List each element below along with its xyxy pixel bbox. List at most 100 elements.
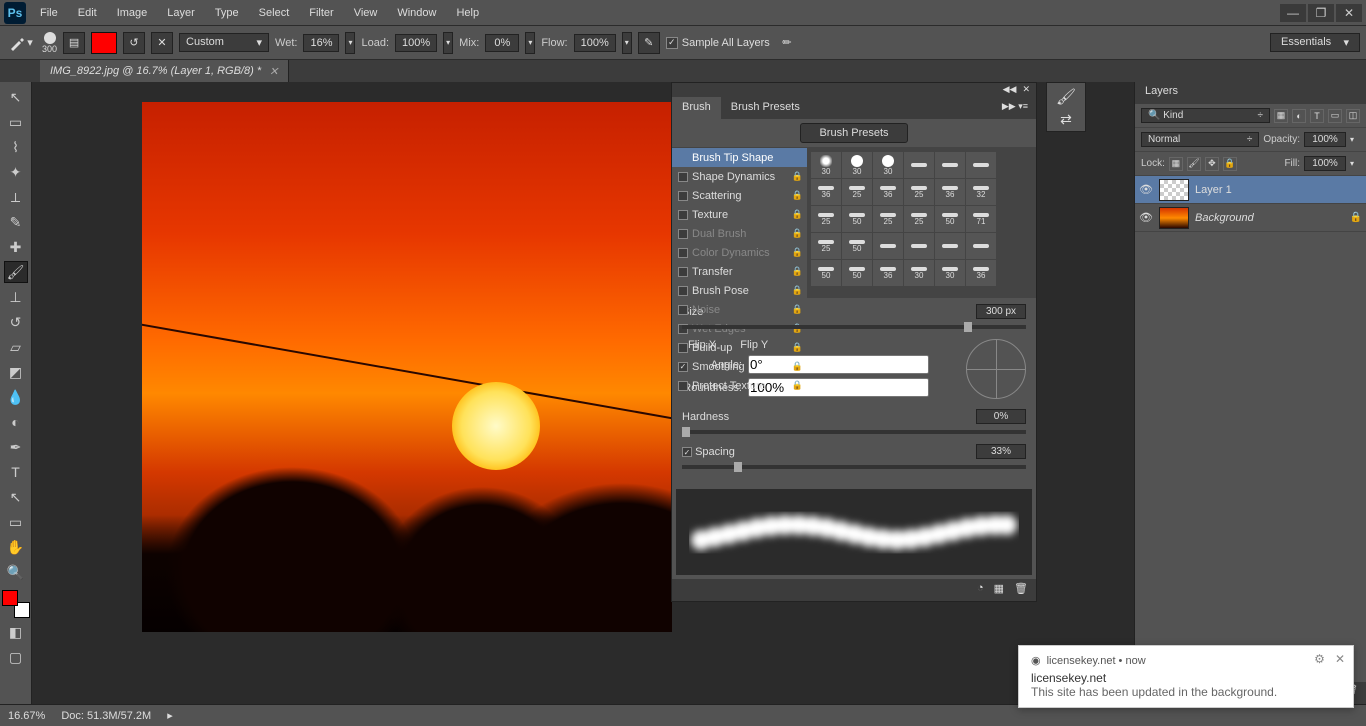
load-value[interactable]: 100% — [395, 34, 437, 52]
pen-tool-icon[interactable]: ✒ — [4, 436, 28, 458]
option-checkbox[interactable] — [678, 248, 688, 258]
brush-tip-cell[interactable]: 50 — [842, 260, 872, 286]
filter-smart-icon[interactable]: ◫ — [1346, 109, 1360, 123]
lock-all-icon[interactable]: 🔒 — [1223, 157, 1237, 171]
tool-presets-dock-icon[interactable]: ⇄ — [1060, 111, 1072, 128]
layer-name[interactable]: Background — [1195, 212, 1254, 224]
layer-row[interactable]: 👁 Background 🔒 — [1135, 204, 1366, 232]
brush-tip-cell[interactable]: 50 — [842, 233, 872, 259]
menu-type[interactable]: Type — [205, 3, 249, 23]
brush-tip-cell[interactable]: 25 — [842, 179, 872, 205]
crop-tool-icon[interactable]: ⟂ — [4, 186, 28, 208]
mix-dropdown[interactable]: ▾ — [525, 32, 535, 54]
filter-pixel-icon[interactable]: ▦ — [1274, 109, 1288, 123]
menu-select[interactable]: Select — [249, 3, 300, 23]
tab-brush[interactable]: Brush — [672, 97, 721, 119]
visibility-icon[interactable]: 👁 — [1139, 211, 1153, 224]
tablet-pressure-icon[interactable]: ✏ — [776, 32, 798, 54]
minimize-icon[interactable]: — — [1280, 4, 1306, 22]
history-brush-tool-icon[interactable]: ↺ — [4, 311, 28, 333]
tab-brush-presets[interactable]: Brush Presets — [721, 97, 810, 119]
dodge-tool-icon[interactable]: ◐ — [4, 411, 28, 433]
option-checkbox[interactable]: ✓ — [678, 362, 688, 372]
flow-dropdown[interactable]: ▾ — [622, 32, 632, 54]
menu-file[interactable]: File — [30, 3, 68, 23]
spacing-checkbox[interactable]: ✓ — [682, 447, 692, 457]
toast-settings-icon[interactable]: ⚙ — [1314, 652, 1325, 666]
menu-window[interactable]: Window — [387, 3, 446, 23]
quickmask-icon[interactable]: ◧ — [4, 621, 28, 643]
lock-transparency-icon[interactable]: ▦ — [1169, 157, 1183, 171]
menu-layer[interactable]: Layer — [157, 3, 205, 23]
hand-tool-icon[interactable]: ✋ — [4, 536, 28, 558]
menu-view[interactable]: View — [344, 3, 388, 23]
option-checkbox[interactable] — [678, 210, 688, 220]
layer-row[interactable]: 👁 Layer 1 — [1135, 176, 1366, 204]
fill-dropdown[interactable]: ▾ — [1350, 159, 1360, 168]
lock-icon[interactable]: 🔒 — [792, 342, 803, 353]
clean-brush-icon[interactable]: ✕ — [151, 32, 173, 54]
brush-tip-cell[interactable]: 30 — [873, 152, 903, 178]
trash-icon[interactable]: 🗑 — [1014, 582, 1028, 598]
lasso-tool-icon[interactable]: ⌇ — [4, 136, 28, 158]
layer-thumbnail[interactable] — [1159, 207, 1189, 229]
close-icon[interactable]: ✕ — [1336, 4, 1362, 22]
brush-presets-button[interactable]: Brush Presets — [800, 123, 907, 143]
lock-icon[interactable]: 🔒 — [792, 171, 803, 182]
type-tool-icon[interactable]: T — [4, 461, 28, 483]
wet-value[interactable]: 16% — [303, 34, 339, 52]
brush-option-noise[interactable]: Noise🔒 — [672, 300, 807, 319]
document-tab[interactable]: IMG_8922.jpg @ 16.7% (Layer 1, RGB/8) * … — [40, 60, 289, 82]
brush-tip-cell[interactable] — [935, 152, 965, 178]
brush-option-dual-brush[interactable]: Dual Brush🔒 — [672, 224, 807, 243]
airbrush-icon[interactable]: ✎ — [638, 32, 660, 54]
brush-tip-cell[interactable] — [966, 152, 996, 178]
load-dropdown[interactable]: ▾ — [443, 32, 453, 54]
lock-position-icon[interactable]: ✥ — [1205, 157, 1219, 171]
menu-help[interactable]: Help — [446, 3, 489, 23]
lock-icon[interactable]: 🔒 — [792, 304, 803, 315]
option-checkbox[interactable] — [678, 172, 688, 182]
collapse-icon[interactable]: ◀◀ — [1003, 84, 1017, 96]
menu-filter[interactable]: Filter — [299, 3, 343, 23]
clone-stamp-tool-icon[interactable]: ⊥ — [4, 286, 28, 308]
mixer-brush-tool-icon[interactable]: 🖌 — [4, 261, 28, 283]
brush-tip-cell[interactable]: 71 — [966, 206, 996, 232]
brush-option-texture[interactable]: Texture🔒 — [672, 205, 807, 224]
filter-adjust-icon[interactable]: ◐ — [1292, 109, 1306, 123]
size-input[interactable] — [976, 304, 1026, 319]
brush-option-protect-texture[interactable]: Protect Texture🔒 — [672, 376, 807, 395]
brush-option-smoothing[interactable]: ✓Smoothing🔒 — [672, 357, 807, 376]
flow-value[interactable]: 100% — [574, 34, 616, 52]
brush-tip-cell[interactable]: 30 — [935, 260, 965, 286]
screenmode-icon[interactable]: ▢ — [4, 646, 28, 668]
chrome-notification[interactable]: ⚙✕ ◉licensekey.net • now licensekey.net … — [1018, 645, 1354, 708]
brush-tip-cell[interactable]: 25 — [904, 179, 934, 205]
gradient-tool-icon[interactable]: ◩ — [4, 361, 28, 383]
tab-layers[interactable]: Layers — [1135, 82, 1366, 104]
brush-tip-cell[interactable]: 25 — [811, 233, 841, 259]
eyedropper-tool-icon[interactable]: ✎ — [4, 211, 28, 233]
active-tool-icon[interactable]: ▾ — [6, 32, 36, 54]
brush-tip-cell[interactable] — [873, 233, 903, 259]
load-brush-icon[interactable]: ↺ — [123, 32, 145, 54]
mixer-mode-select[interactable]: Custom ▾ — [179, 33, 269, 52]
blur-tool-icon[interactable]: 💧 — [4, 386, 28, 408]
brush-tip-cell[interactable] — [904, 233, 934, 259]
path-select-tool-icon[interactable]: ↖ — [4, 486, 28, 508]
tab-close-icon[interactable]: ✕ — [269, 65, 278, 78]
spacing-slider[interactable] — [682, 465, 1026, 469]
wet-dropdown[interactable]: ▾ — [345, 32, 355, 54]
opacity-input[interactable]: 100% — [1304, 132, 1346, 147]
brush-option-shape-dynamics[interactable]: Shape Dynamics🔒 — [672, 167, 807, 186]
fg-bg-color[interactable] — [2, 590, 30, 618]
brush-tip-cell[interactable]: 30 — [842, 152, 872, 178]
fill-input[interactable]: 100% — [1304, 156, 1346, 171]
filter-shape-icon[interactable]: ▭ — [1328, 109, 1342, 123]
brush-tip-cell[interactable]: 36 — [873, 260, 903, 286]
lock-icon[interactable]: 🔒 — [1350, 212, 1362, 223]
lock-icon[interactable]: 🔒 — [792, 190, 803, 201]
angle-roundness-widget[interactable] — [966, 339, 1026, 399]
layer-thumbnail[interactable] — [1159, 179, 1189, 201]
brush-tip-cell[interactable] — [904, 152, 934, 178]
